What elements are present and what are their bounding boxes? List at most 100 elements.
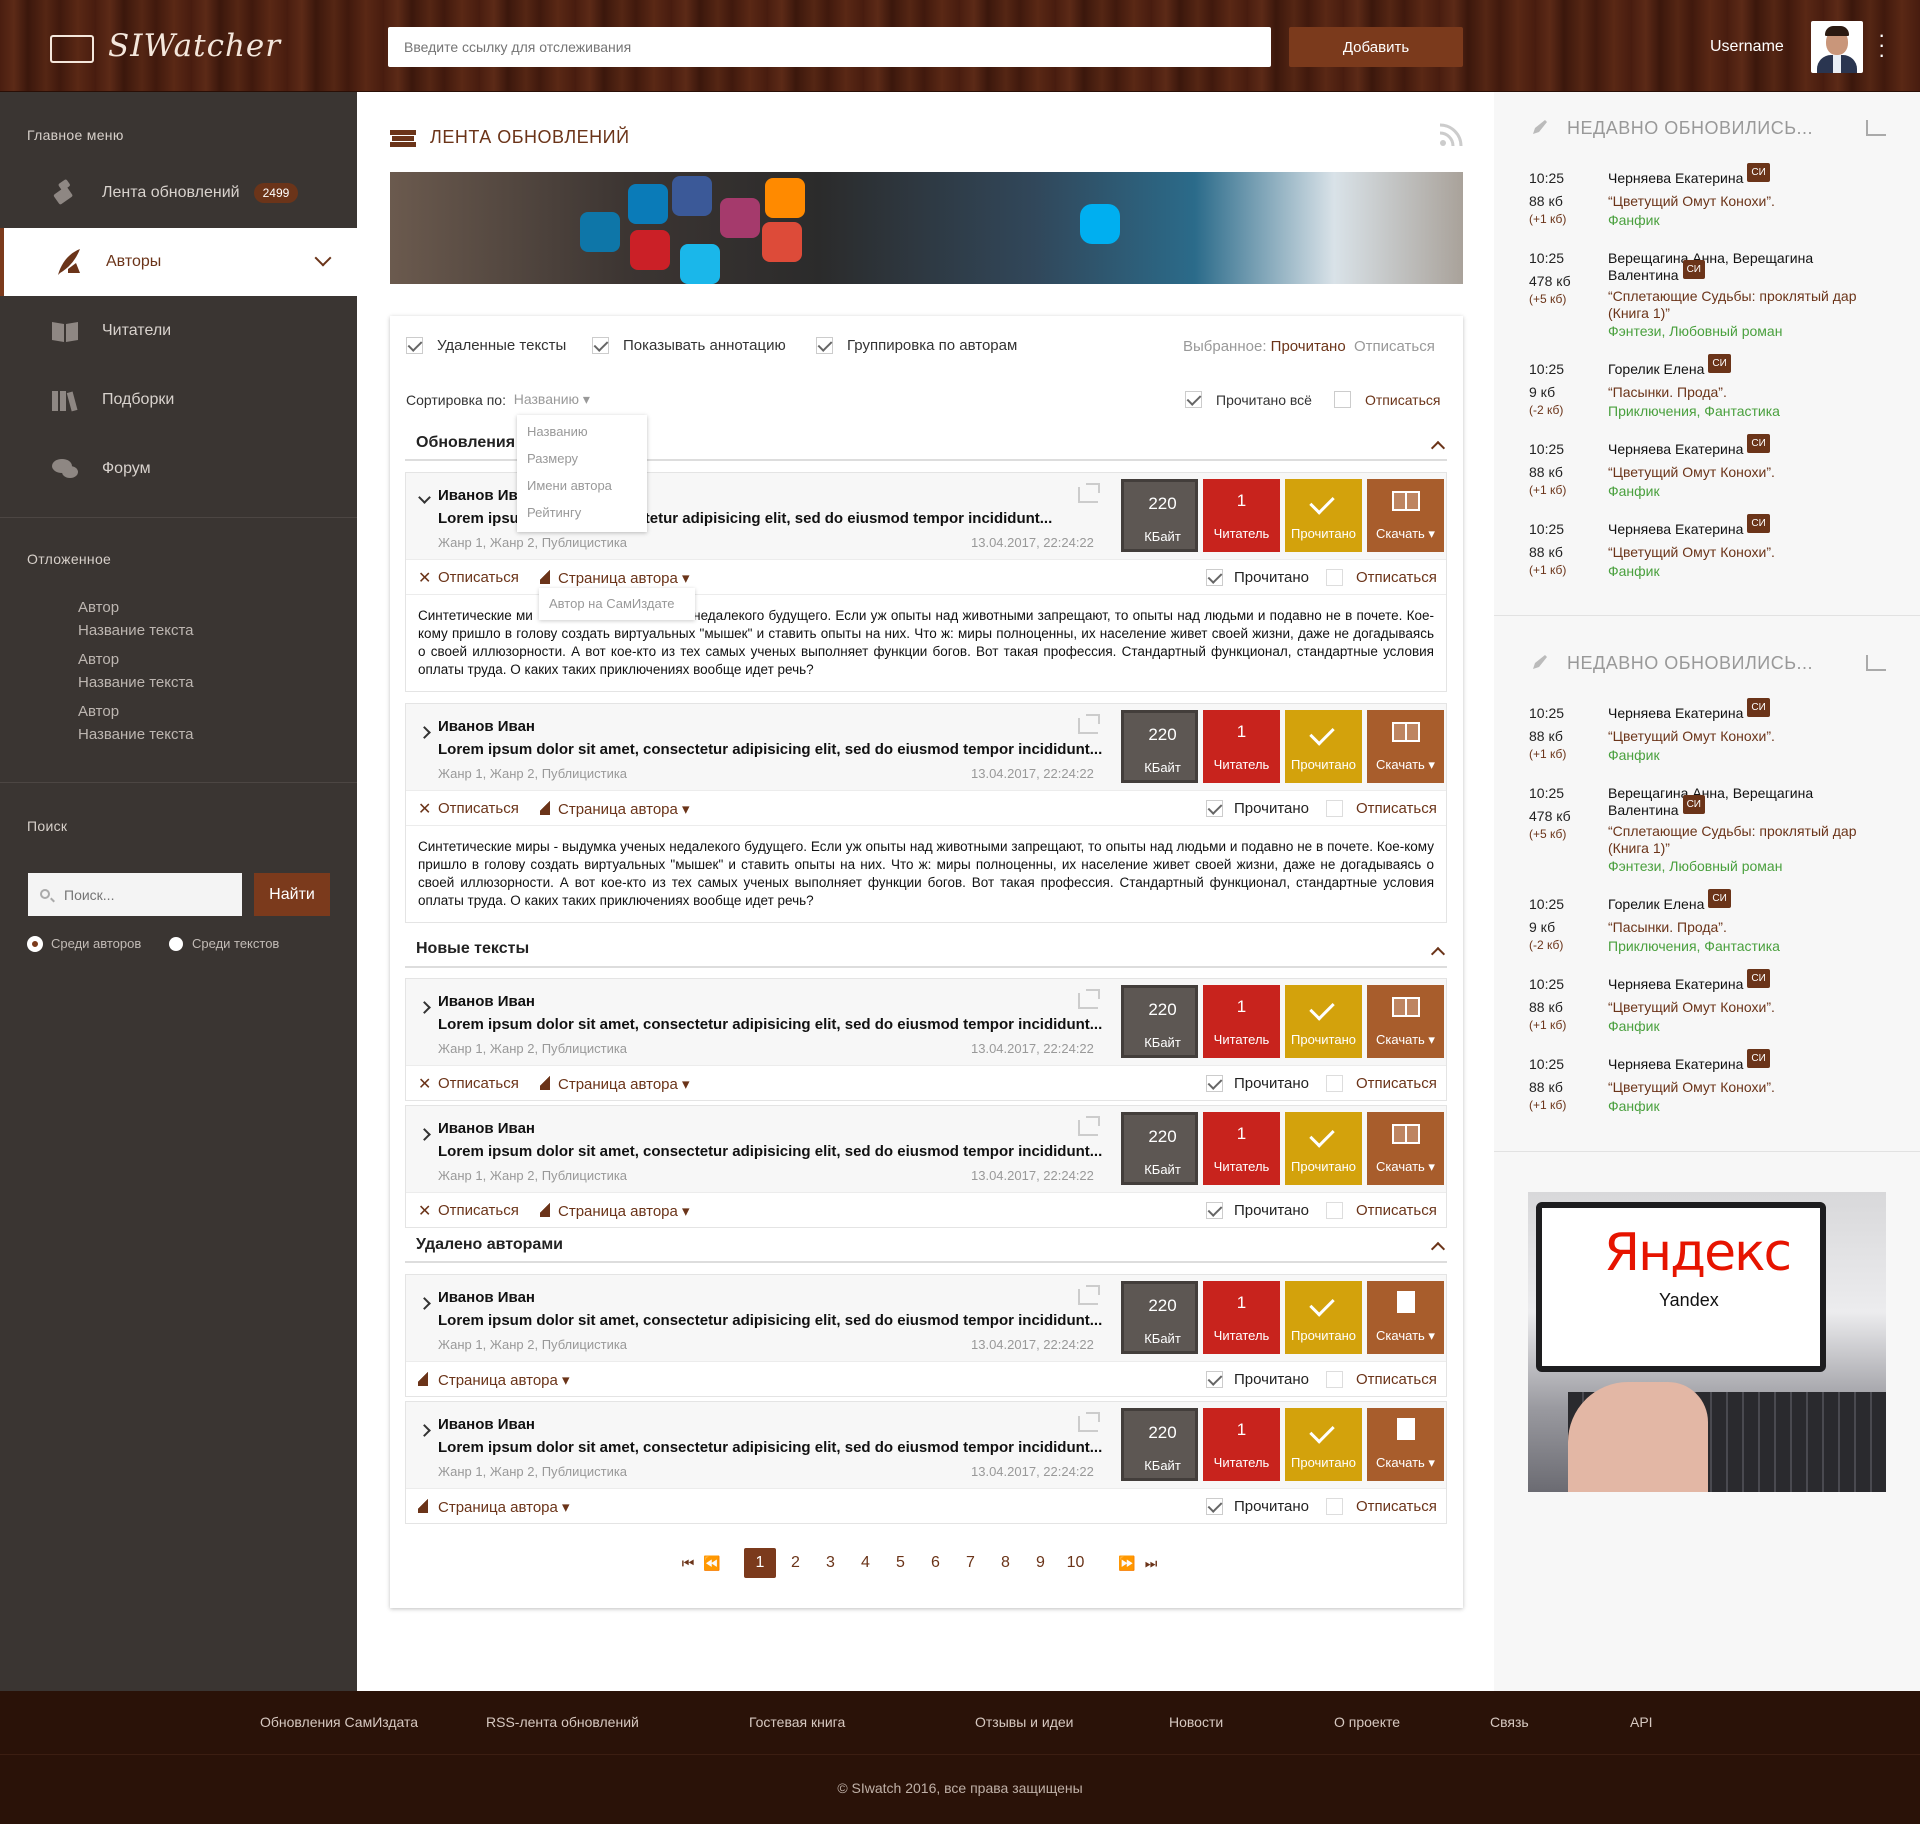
read-tile[interactable]: Прочитано [1285,1281,1362,1354]
share-icon[interactable] [1866,120,1886,136]
footer-link[interactable]: Гостевая книга [749,1714,845,1730]
read-checkbox[interactable] [1206,1498,1223,1515]
download-tile[interactable]: Скачать ▾ [1367,479,1444,552]
sort-select[interactable]: Названию ▾ [514,391,590,408]
share-icon[interactable] [1078,1285,1100,1305]
checkbox[interactable] [1185,391,1202,408]
unsubscribe-link[interactable]: Отписаться [438,1202,519,1219]
sidebar-item-forum[interactable]: Форум [0,435,357,503]
readers-tile[interactable]: 1 Читатель [1203,479,1280,552]
selected-read-link[interactable]: Прочитано [1271,338,1346,355]
card-author[interactable]: Иванов Ив [438,487,518,504]
option-show-annotation[interactable]: Показывать аннотацию [592,337,786,354]
yandex-ad-banner[interactable]: Яндекс Yandex [1528,1192,1886,1492]
page-link[interactable]: 2 [778,1554,813,1572]
search-input[interactable] [28,873,242,916]
sidebar-item-authors[interactable]: Авторы [0,228,357,296]
readers-tile[interactable]: 1 Читатель [1203,1408,1280,1481]
later-item[interactable]: Автор Название текста [78,596,194,642]
footer-link[interactable]: Отзывы и идеи [975,1714,1073,1730]
card-text-title[interactable]: Lorem ipsum dolor sit amet, consectetur … [438,1439,1102,1456]
card-author[interactable]: Иванов Иван [438,1416,535,1433]
card-text-title[interactable]: Lorem ipsum dolor sit amet, consectetur … [438,1016,1102,1033]
readers-tile[interactable]: 1 Читатель [1203,710,1280,783]
card-text-title[interactable]: Lorem ipsum dolor sit amet, consectetur … [438,741,1102,758]
read-checkbox[interactable] [1206,1202,1223,1219]
download-tile[interactable]: Скачать ▾ [1367,1112,1444,1185]
sort-option[interactable]: Имени автора [527,478,612,493]
logo[interactable]: SIWatcher [50,28,281,64]
card-text-title[interactable]: Lorem ipsum dolor sit amet, consectetur … [438,1312,1102,1329]
author-page-link[interactable]: Страница автора ▾ [558,800,690,818]
radio-selected[interactable] [28,936,42,951]
expand-icon[interactable] [418,726,431,739]
author-page-link[interactable]: Страница автора ▾ [438,1371,570,1389]
card-author[interactable]: Иванов Иван [438,1289,535,1306]
read-checkbox[interactable] [1206,1371,1223,1388]
sidebar-item-collections[interactable]: Подборки [0,366,357,434]
sort-control[interactable]: Сортировка по: Названию ▾ [406,391,590,408]
download-tile[interactable]: Скачать ▾ [1367,1281,1444,1354]
expand-icon[interactable] [418,1297,431,1310]
readers-tile[interactable]: 1 Читатель [1203,1112,1280,1185]
sort-option[interactable]: Размеру [527,451,578,466]
unsubscribe-link[interactable]: Отписаться [438,569,519,586]
download-tile[interactable]: Скачать ▾ [1367,1408,1444,1481]
unsub-checkbox[interactable] [1326,1371,1343,1388]
download-tile[interactable]: Скачать ▾ [1367,985,1444,1058]
prev-pages-icon[interactable]: ⏪ [700,1555,724,1572]
unsub-checkbox[interactable] [1326,1202,1343,1219]
author-page-link[interactable]: Страница автора ▾ [438,1498,570,1516]
card-author[interactable]: Иванов Иван [438,718,535,735]
add-button[interactable]: Добавить [1289,27,1463,67]
read-tile[interactable]: Прочитано [1285,1408,1362,1481]
first-page-icon[interactable]: ⏮ [676,1555,700,1572]
close-icon[interactable]: ✕ [418,799,431,819]
close-icon[interactable]: ✕ [418,1074,431,1094]
read-all[interactable]: Прочитано всё [1185,391,1312,408]
collapse-icon[interactable] [418,491,431,504]
footer-link[interactable]: О проекте [1334,1714,1400,1730]
url-input[interactable] [388,27,1271,67]
readers-tile[interactable]: 1 Читатель [1203,985,1280,1058]
checkbox[interactable] [816,337,833,354]
readers-tile[interactable]: 1 Читатель [1203,1281,1280,1354]
unsub-checkbox[interactable] [1326,1075,1343,1092]
card-text-title[interactable]: Lorem ipsum dolor sit amet, consectetur … [438,1143,1102,1160]
unsub-checkbox[interactable] [1326,1498,1343,1515]
share-icon[interactable] [1078,1116,1100,1136]
page-link[interactable]: 9 [1023,1554,1058,1572]
read-checkbox[interactable] [1206,800,1223,817]
download-tile[interactable]: Скачать ▾ [1367,710,1444,783]
radio-texts[interactable]: Среди текстов [169,936,279,951]
sidebar-item-feed[interactable]: Лента обновлений 2499 [0,159,357,227]
find-button[interactable]: Найти [254,873,330,916]
sort-option[interactable]: Названию [527,424,588,439]
next-pages-icon[interactable]: ⏩ [1115,1555,1139,1572]
expand-icon[interactable] [418,1128,431,1141]
share-icon[interactable] [1078,483,1100,503]
page-link[interactable]: 10 [1058,1554,1093,1572]
footer-link[interactable]: Новости [1169,1714,1223,1730]
option-deleted-texts[interactable]: Удаленные тексты [406,337,566,354]
author-page-link[interactable]: Страница автора ▾ [558,1075,690,1093]
close-icon[interactable]: ✕ [418,1201,431,1221]
read-tile[interactable]: Прочитано [1285,479,1362,552]
footer-link[interactable]: Обновления СамИздата [260,1714,418,1730]
radio-authors[interactable]: Среди авторов [28,936,141,951]
unsubscribe-link[interactable]: Отписаться [438,1075,519,1092]
share-icon[interactable] [1866,655,1886,671]
read-checkbox[interactable] [1206,1075,1223,1092]
read-checkbox[interactable] [1206,569,1223,586]
footer-link[interactable]: RSS-лента обновлений [486,1714,639,1730]
radio-unselected[interactable] [169,936,183,951]
expand-icon[interactable] [418,1001,431,1014]
avatar[interactable] [1811,21,1863,73]
last-page-icon[interactable]: ⏭ [1139,1555,1163,1572]
selected-unsub-link[interactable]: Отписаться [1354,338,1435,355]
footer-link[interactable]: API [1630,1714,1653,1730]
card-author[interactable]: Иванов Иван [438,993,535,1010]
sort-option[interactable]: Рейтингу [527,505,581,520]
footer-link[interactable]: Связь [1490,1714,1529,1730]
unsubscribe-all[interactable]: Отписаться [1334,391,1440,408]
